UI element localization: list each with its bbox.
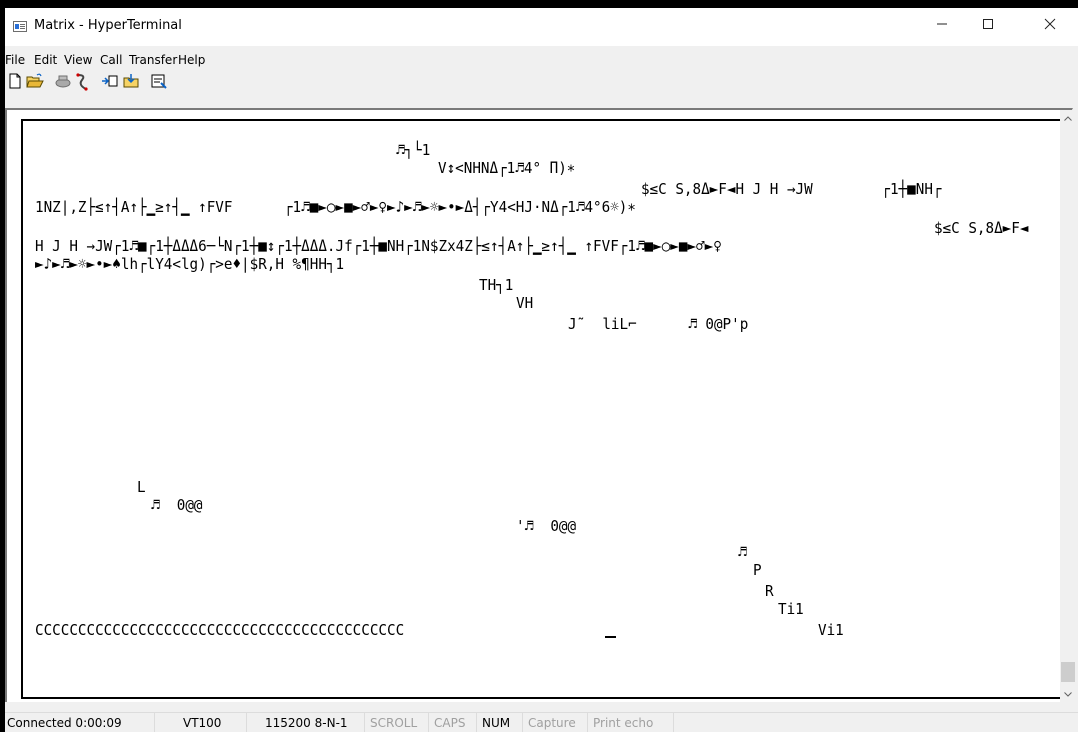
hyperterminal-app-icon[interactable] — [13, 21, 27, 32]
disconnect-button[interactable] — [74, 73, 92, 91]
chevron-down-icon — [1064, 691, 1072, 697]
terminal-line: Vi1 — [818, 621, 844, 639]
menu-help[interactable]: Help — [178, 53, 205, 67]
open-folder-icon — [26, 73, 44, 88]
status-connected-time: Connected 0:00:09 — [5, 713, 155, 732]
text-cursor — [605, 636, 616, 638]
status-scroll: SCROLL — [365, 713, 429, 732]
terminal-line: ►♪►♬►☼►•►♠lh┌lY4<lg)┌>e♦|$R,H %¶HH┐1 — [35, 255, 345, 273]
terminal-line: CCCCCCCCCCCCCCCCCCCCCCCCCCCCCCCCCCCCCCCC… — [35, 621, 405, 639]
disconnect-icon — [76, 73, 88, 91]
receive-button[interactable] — [122, 73, 140, 91]
vertical-scrollbar[interactable] — [1060, 110, 1076, 702]
menu-file[interactable]: File — [5, 53, 25, 67]
terminal-line: H J H →JW┌1♬■┌1┼ΔΔΔ6─└N┌1┼■↕┌1┼ΔΔΔ.Jf┌1┼… — [35, 237, 722, 255]
send-file-icon — [102, 75, 118, 87]
terminal-line: Ti1 — [778, 600, 804, 618]
status-port-settings: 115200 8-N-1 — [247, 713, 365, 732]
terminal-line: J˜ liL⌐ ♬ 0@P'p — [568, 315, 749, 333]
terminal-line: R — [765, 582, 774, 600]
terminal-bottom-margin — [5, 702, 1073, 712]
status-caps: CAPS — [429, 713, 477, 732]
hyperterminal-window: Matrix - HyperTerminal File Edit View Ca… — [5, 8, 1078, 732]
maximize-icon — [983, 19, 993, 29]
status-capture: Capture — [523, 713, 588, 732]
properties-icon — [151, 74, 167, 89]
close-button[interactable] — [1027, 8, 1073, 40]
open-button[interactable] — [26, 73, 44, 91]
minimize-button[interactable] — [919, 8, 965, 40]
menu-edit[interactable]: Edit — [34, 53, 57, 67]
menu-transfer[interactable]: Transfer — [129, 53, 177, 67]
status-print-echo: Print echo — [588, 713, 674, 732]
scroll-down-arrow[interactable] — [1060, 686, 1076, 702]
new-document-icon — [9, 73, 21, 89]
call-button[interactable] — [54, 73, 72, 91]
toolbar — [5, 70, 1078, 94]
terminal-line: ♬ — [738, 543, 747, 561]
close-icon — [1044, 18, 1056, 30]
status-bar: Connected 0:00:09 VT100 115200 8-N-1 SCR… — [5, 712, 1078, 732]
menu-call[interactable]: Call — [100, 53, 122, 67]
status-num: NUM — [477, 713, 523, 732]
terminal-screen[interactable]: ♬┐└1 V↕<NHNΔ┌1♬4° Π)∗ $≤C S,8Δ►F◄H J H →… — [21, 119, 1065, 699]
send-button[interactable] — [101, 73, 119, 91]
terminal-line: V↕<NHNΔ┌1♬4° Π)∗ — [438, 159, 576, 177]
minimize-icon — [937, 23, 947, 25]
terminal-line: $≤C S,8Δ►F◄H J H →JW ┌1┼■NH┌ — [641, 180, 942, 198]
receive-file-icon — [123, 74, 139, 88]
menu-bar: File Edit View Call Transfer Help — [5, 50, 1078, 70]
status-emulation: VT100 — [155, 713, 247, 732]
menu-view[interactable]: View — [64, 53, 92, 67]
dial-phone-icon — [55, 75, 71, 88]
terminal-line: ♬ 0@@ — [151, 496, 203, 514]
scroll-thumb[interactable] — [1061, 662, 1075, 682]
terminal-line: P — [753, 561, 762, 579]
terminal-line: ♬┐└1 — [396, 141, 431, 159]
terminal-line: $≤C S,8Δ►F◄ — [934, 219, 1029, 237]
properties-button[interactable] — [150, 73, 168, 91]
chevron-up-icon — [1064, 115, 1072, 121]
maximize-button[interactable] — [965, 8, 1011, 40]
title-bar[interactable]: Matrix - HyperTerminal — [5, 8, 1078, 46]
terminal-line: VH — [516, 294, 534, 312]
scroll-up-arrow[interactable] — [1060, 110, 1076, 126]
new-connection-button[interactable] — [7, 73, 25, 91]
terminal-line: L — [137, 478, 146, 496]
terminal-line: 1NZ|,Z├≤↑┤A↑├▁≥↑┤▁ ↑FVF ┌1♬■►○►■►♂►♀►♪►♬… — [35, 198, 636, 216]
terminal-line: '♬ 0@@ — [516, 517, 577, 535]
window-title: Matrix - HyperTerminal — [34, 18, 182, 33]
terminal-line: TH┐1 — [479, 276, 514, 294]
